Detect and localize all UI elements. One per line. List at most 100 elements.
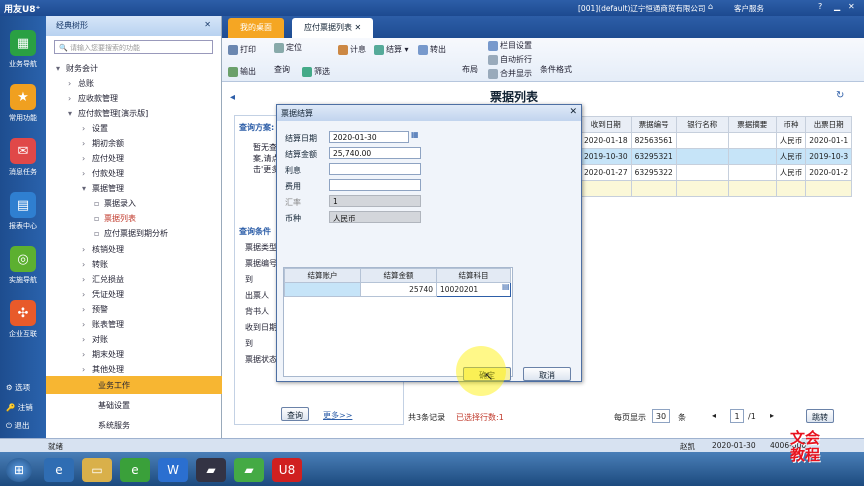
table-row-selected[interactable]: 2019-10-30 63295321 人民币 2019-10-3	[580, 148, 853, 165]
tree-node[interactable]: › 设置	[82, 123, 108, 134]
tree-node[interactable]: › 应付处理	[82, 153, 124, 164]
tree-node-selected[interactable]: ▫ 票据列表	[94, 213, 136, 224]
subtable-row[interactable]: 25740 10020201	[284, 282, 511, 297]
col-header[interactable]: 币种	[775, 116, 807, 133]
calendar-icon[interactable]: ▦	[411, 130, 419, 139]
filter-button[interactable]: 筛选	[302, 66, 330, 77]
jump-button[interactable]: 跳转	[806, 409, 834, 423]
query-submit-button[interactable]: 查询	[281, 407, 309, 421]
nav-interconnect[interactable]: ✣ 企业互联	[0, 294, 46, 344]
start-icon[interactable]: ⊞	[6, 458, 32, 482]
table-row[interactable]: 2020-01-27 63295322 人民币 2020-01-2	[580, 164, 853, 181]
tree-node[interactable]: › 账表管理	[82, 319, 124, 330]
nav-exit[interactable]: ⏻ 退出	[6, 420, 29, 431]
currency-input: 人民币	[329, 211, 421, 223]
col-header[interactable]: 票据编号	[630, 116, 677, 133]
ie-icon[interactable]: e	[44, 458, 74, 482]
tree-search-input[interactable]: 🔍 请输入您要搜索的功能	[54, 40, 213, 54]
tree-node[interactable]: › 对账	[82, 334, 108, 345]
nav-business[interactable]: ▦ 业务导航	[0, 24, 46, 74]
tree-node[interactable]: › 总账	[68, 78, 94, 89]
export-icon	[228, 66, 238, 77]
interest-input[interactable]	[329, 163, 421, 175]
col-header[interactable]: 收到日期	[580, 116, 632, 133]
folder-icon[interactable]: ▭	[82, 458, 112, 482]
tree-node[interactable]: › 凭证处理	[82, 289, 124, 300]
page-title: 票据列表	[490, 90, 539, 104]
cancel-button[interactable]: 取消	[523, 367, 571, 381]
nav-options[interactable]: ⚙ 选项	[6, 382, 30, 393]
settle-amount-input[interactable]: 25,740.00	[329, 147, 421, 159]
col-header[interactable]: 出票日期	[805, 116, 853, 133]
tree-node[interactable]: › 其他处理	[82, 364, 124, 375]
refresh-icon[interactable]: ↻	[836, 90, 844, 101]
tree-node[interactable]: ▾ 应付款管理[演示版]	[68, 108, 148, 119]
dialog-close-icon[interactable]: ✕	[569, 107, 577, 117]
settle-date-input[interactable]: 2020-01-30	[329, 131, 409, 143]
output-button[interactable]: 输出	[228, 66, 256, 77]
tree-node[interactable]: › 应收款管理	[68, 93, 118, 104]
browser-icon[interactable]: e	[120, 458, 150, 482]
help-icon[interactable]: ?	[818, 2, 822, 11]
tree-node[interactable]: › 核销处理	[82, 244, 124, 255]
login-date: 2020-01-30	[712, 441, 756, 450]
collapse-icon[interactable]: ◂	[230, 92, 235, 103]
tree-node[interactable]: ▫ 票据录入	[94, 198, 136, 209]
field-label: 结算日期	[285, 134, 317, 143]
next-page-icon[interactable]: ▸	[770, 411, 774, 420]
tree-node[interactable]: › 期初余额	[82, 138, 124, 149]
nav-logout[interactable]: 🔑 注销	[6, 402, 33, 413]
close-icon[interactable]: ✕	[848, 2, 855, 11]
subtable-header: 结算账户 结算金额 结算科目	[284, 268, 511, 283]
account-cell[interactable]: 10020201	[436, 282, 511, 297]
minimize-icon[interactable]: ▁	[834, 2, 840, 11]
page-input[interactable]: 1	[730, 409, 744, 423]
style-button[interactable]: 条件格式	[540, 64, 572, 75]
tree-node[interactable]: ▾ 财务会计	[56, 63, 98, 74]
u8-icon[interactable]: U8	[272, 458, 302, 482]
status-bar: 就绪 赵凯 2020-01-30 4006-600	[0, 438, 864, 452]
tab-payable-list[interactable]: 应付票据列表 ✕	[292, 18, 374, 38]
pin-icon[interactable]: ✕	[204, 20, 211, 29]
tree-node[interactable]: › 付款处理	[82, 168, 124, 179]
tree-tab-system[interactable]: 系统服务	[46, 416, 222, 434]
query-button[interactable]: 查询	[274, 64, 290, 75]
interest-button[interactable]: 计息	[338, 44, 366, 55]
nav-implement[interactable]: ◎ 实施导航	[0, 240, 46, 290]
tab-desktop[interactable]: 我的桌面	[228, 18, 284, 38]
table-row[interactable]: 2020-01-18 82563561 人民币 2020-01-1	[580, 132, 853, 149]
reference-icon[interactable]: ▤	[502, 282, 510, 291]
locate-button[interactable]: 定位	[274, 42, 302, 53]
compass-icon: ◎	[10, 246, 36, 272]
tree-node[interactable]: › 转账	[82, 259, 108, 270]
app-icon[interactable]: ▰	[196, 458, 226, 482]
app2-icon[interactable]: ▰	[234, 458, 264, 482]
merge-button[interactable]: 合并显示	[488, 68, 532, 79]
columns-button[interactable]: 栏目设置	[488, 40, 532, 51]
perpage-input[interactable]: 30	[652, 409, 670, 423]
settle-button[interactable]: 结算 ▾	[374, 44, 409, 55]
nav-message[interactable]: ✉ 消息任务	[0, 132, 46, 182]
print-button[interactable]: 打印	[228, 44, 256, 55]
tree-tab-business[interactable]: 业务工作	[46, 376, 222, 394]
more-link[interactable]: 更多>>	[323, 410, 352, 421]
tree-node[interactable]: › 期末处理	[82, 349, 124, 360]
nav-report[interactable]: ▤ 报表中心	[0, 186, 46, 236]
autowrap-button[interactable]: 自动折行	[488, 54, 532, 65]
tree-node[interactable]: › 汇兑损益	[82, 274, 124, 285]
tree-tab-basic[interactable]: 基础设置	[46, 396, 222, 414]
prev-page-icon[interactable]: ◂	[712, 411, 716, 420]
layout-button[interactable]: 布局	[462, 64, 478, 75]
tree-node[interactable]: ▫ 应付票据到期分析	[94, 228, 168, 239]
home-icon[interactable]: ⌂	[708, 2, 713, 11]
nav-common[interactable]: ★ 常用功能	[0, 78, 46, 128]
tree-node[interactable]: ▾ 票据管理	[82, 183, 124, 194]
customer-service-link[interactable]: 客户服务	[734, 3, 764, 14]
transfer-button[interactable]: 转出	[418, 44, 446, 55]
col-header[interactable]: 票据摘要	[727, 116, 777, 133]
fee-input[interactable]	[329, 179, 421, 191]
col-header[interactable]: 银行名称	[675, 116, 729, 133]
tree-node[interactable]: › 预警	[82, 304, 108, 315]
cond-label: 到	[245, 339, 253, 348]
wps-icon[interactable]: W	[158, 458, 188, 482]
